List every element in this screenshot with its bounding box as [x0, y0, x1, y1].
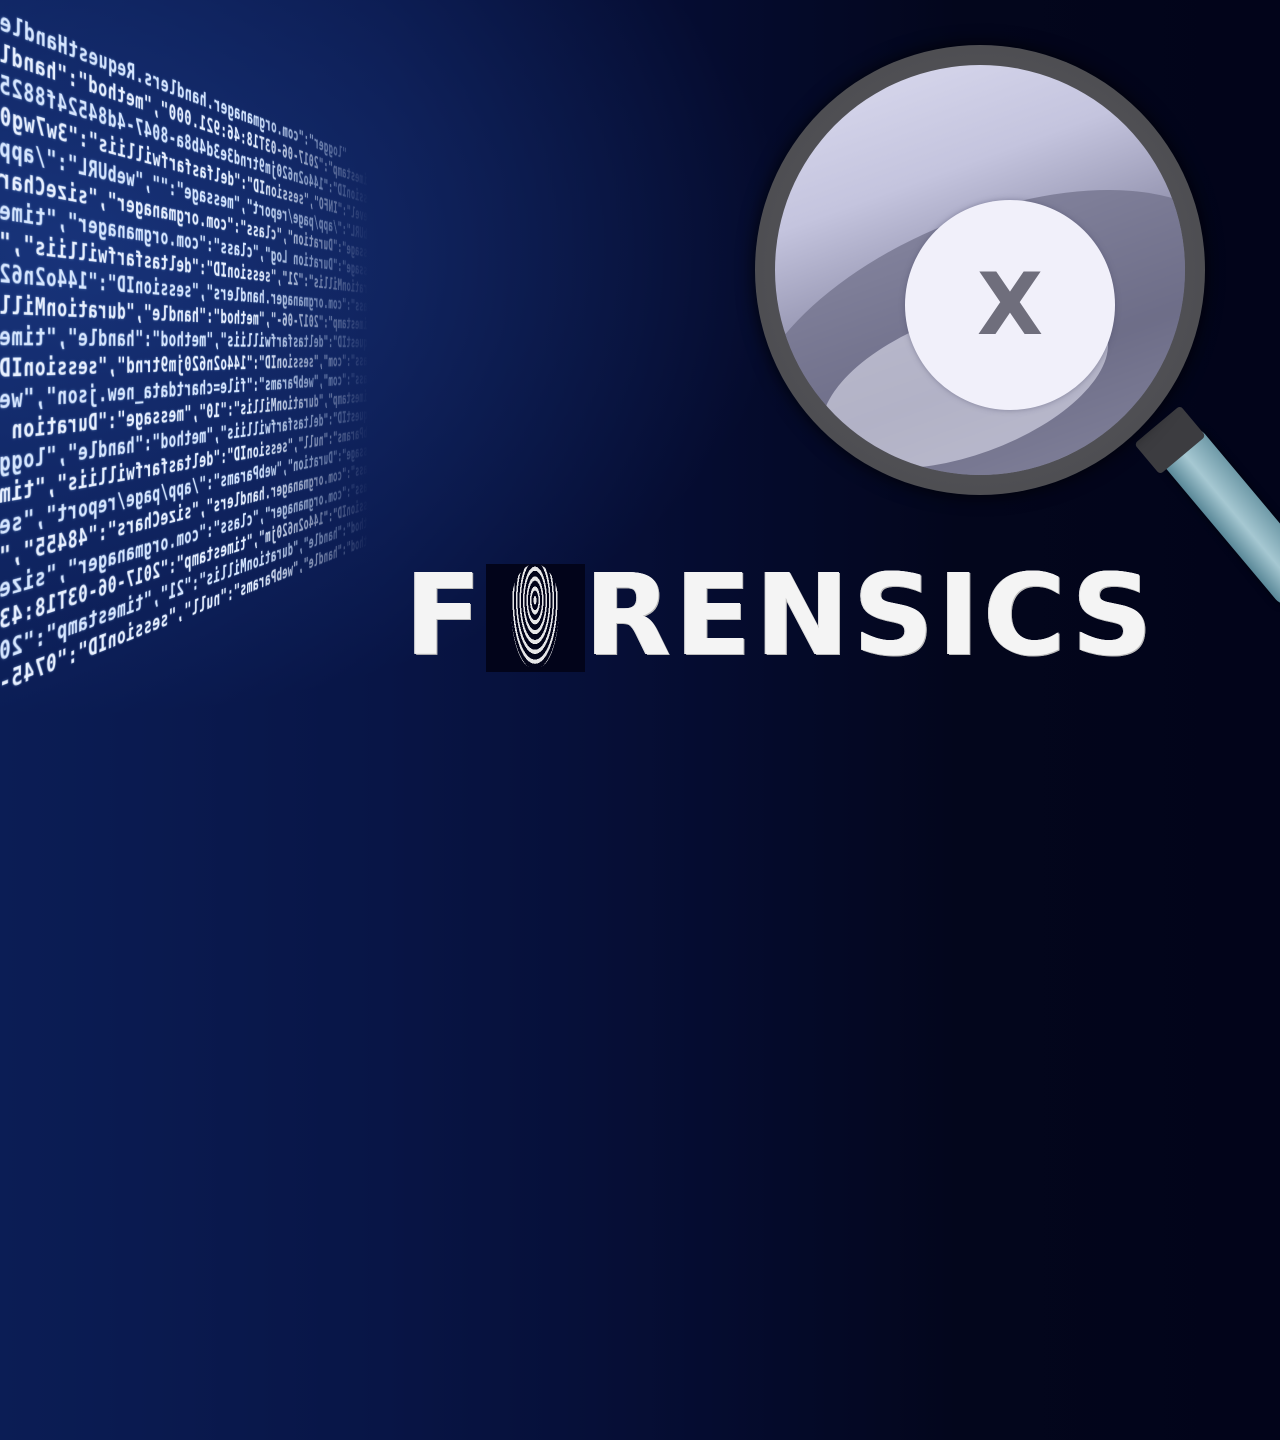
- title-letters-rest: RENSICS: [584, 551, 1157, 681]
- lens-glass: X: [775, 65, 1185, 475]
- title-letter-f: F: [405, 551, 486, 681]
- fingerprint-icon: [485, 564, 585, 672]
- title-split-layer: F RENSICS: [405, 560, 1157, 672]
- x-logo-icon: X: [905, 200, 1115, 410]
- magnifying-glass-icon: X: [755, 45, 1205, 495]
- x-letter: X: [976, 255, 1044, 355]
